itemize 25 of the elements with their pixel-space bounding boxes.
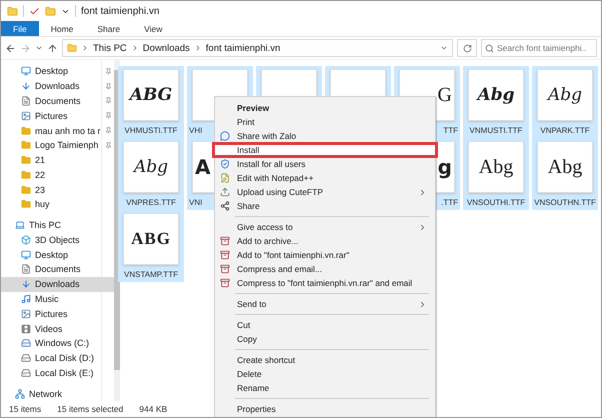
selection-size: 944 KB <box>139 404 168 414</box>
file-name: VNPRES.TTF <box>125 198 177 207</box>
font-preview: Abg <box>548 85 582 105</box>
file-name: VNSOUTHI.TTF <box>466 198 526 207</box>
file-name: VNMUSTI.TTF <box>468 126 524 135</box>
file-name: VNSOUTHN.TTF <box>533 198 597 207</box>
font-preview: ABG <box>130 85 172 105</box>
font-preview: Abg <box>478 156 514 178</box>
file-name: VHMUSTI.TTF <box>124 126 178 135</box>
font-preview: Abg <box>548 156 582 178</box>
file-name: VNPARK.TTF <box>539 126 591 135</box>
font-preview: ABG <box>131 229 171 249</box>
file-name: VNSTAMP.TTF <box>123 270 179 279</box>
file-name: VHI <box>188 126 204 135</box>
window-title: font taimienphi.vn <box>81 6 160 16</box>
file-name: VNI <box>188 198 204 207</box>
font-preview: A <box>195 155 210 179</box>
font-preview: g <box>438 155 452 179</box>
font-preview: Abg <box>478 85 514 105</box>
selection-count: 15 items selected <box>57 404 124 414</box>
file-name: .TTF <box>440 198 459 207</box>
item-count: 15 items <box>9 404 42 414</box>
font-preview: Abg <box>134 157 168 177</box>
font-preview: G <box>438 84 452 106</box>
file-name: TTF <box>442 126 459 135</box>
